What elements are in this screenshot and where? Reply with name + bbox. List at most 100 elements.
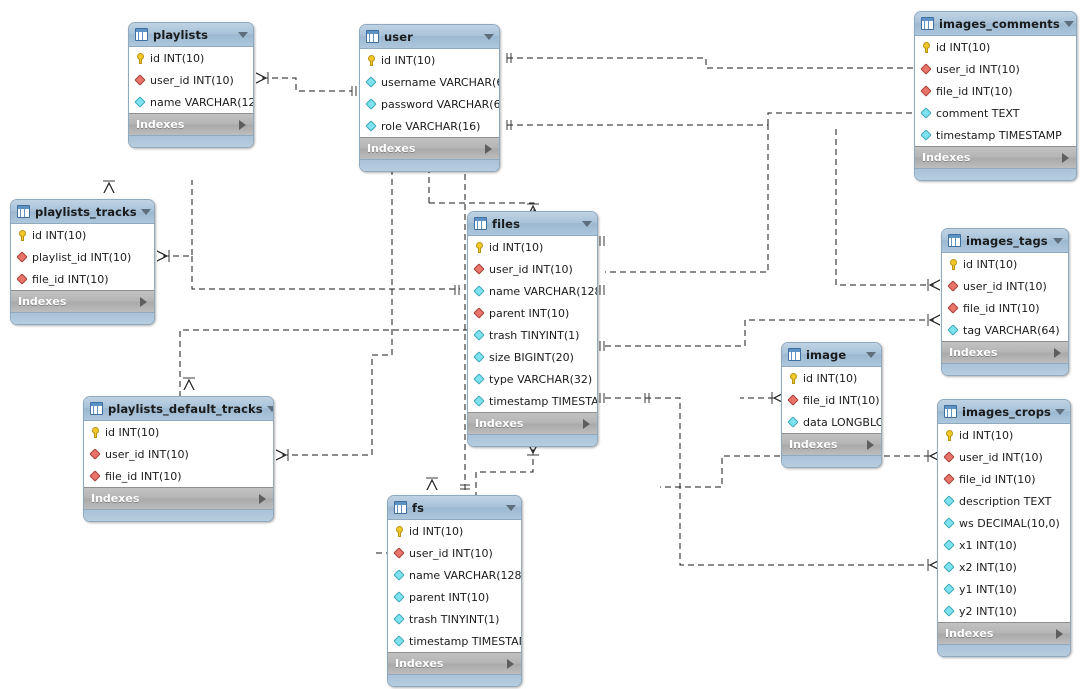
chevron-down-icon[interactable] (484, 33, 494, 40)
column-row[interactable]: id INT(10) (782, 367, 881, 389)
table-images_comments[interactable]: images_comments id INT(10) user_id INT(10)… (914, 11, 1077, 181)
table-header-user[interactable]: user (360, 25, 499, 49)
column-row[interactable]: password VARCHAR(64) (360, 93, 499, 115)
column-row[interactable]: x1 INT(10) (938, 534, 1070, 556)
triangle-right-icon[interactable] (583, 418, 590, 429)
chevron-down-icon[interactable] (506, 504, 516, 511)
triangle-right-icon[interactable] (867, 439, 874, 450)
chevron-down-icon[interactable] (1063, 20, 1074, 27)
table-header-playlists_default_tracks[interactable]: playlists_default_tracks (84, 397, 273, 421)
column-row[interactable]: parent INT(10) (388, 586, 521, 608)
column-row[interactable]: user_id INT(10) (915, 58, 1076, 80)
column-row[interactable]: description TEXT (938, 490, 1070, 512)
table-images_tags[interactable]: images_tags id INT(10) user_id INT(10) file… (941, 228, 1069, 376)
table-files[interactable]: files id INT(10) user_id INT(10) name VARCH… (467, 211, 598, 447)
column-row[interactable]: name VARCHAR(128) (129, 91, 253, 113)
indexes-section-image[interactable]: Indexes (782, 433, 881, 455)
table-playlists_default_tracks[interactable]: playlists_default_tracks id INT(10) user_i… (83, 396, 274, 522)
table-header-fs[interactable]: fs (388, 496, 521, 520)
column-row[interactable]: user_id INT(10) (84, 443, 273, 465)
column-row[interactable]: user_id INT(10) (938, 446, 1070, 468)
table-user[interactable]: user id INT(10) username VARCHAR(64) passwo… (359, 24, 500, 172)
column-row[interactable]: name VARCHAR(128) (388, 564, 521, 586)
column-row[interactable]: file_id INT(10) (942, 297, 1068, 319)
table-image[interactable]: image id INT(10) file_id INT(10) data LONGB… (781, 342, 882, 468)
triangle-right-icon[interactable] (259, 493, 266, 504)
column-row[interactable]: user_id INT(10) (942, 275, 1068, 297)
indexes-section-fs[interactable]: Indexes (388, 652, 521, 674)
table-header-playlists_tracks[interactable]: playlists_tracks (11, 200, 154, 224)
column-row[interactable]: y2 INT(10) (938, 600, 1070, 622)
column-row[interactable]: file_id INT(10) (782, 389, 881, 411)
table-playlists[interactable]: playlists id INT(10) user_id INT(10) name V… (128, 22, 254, 148)
column-row[interactable]: playlist_id INT(10) (11, 246, 154, 268)
chevron-down-icon[interactable] (238, 31, 248, 38)
column-row[interactable]: file_id INT(10) (915, 80, 1076, 102)
column-row[interactable]: id INT(10) (84, 421, 273, 443)
table-header-images_crops[interactable]: images_crops (938, 400, 1070, 424)
column-row[interactable]: timestamp TIMESTAMP (915, 124, 1076, 146)
indexes-section-images_crops[interactable]: Indexes (938, 622, 1070, 644)
column-row[interactable]: file_id INT(10) (84, 465, 273, 487)
column-row[interactable]: ws DECIMAL(10,0) (938, 512, 1070, 534)
triangle-right-icon[interactable] (485, 143, 492, 154)
column-row[interactable]: id INT(10) (129, 47, 253, 69)
column-row[interactable]: file_id INT(10) (938, 468, 1070, 490)
column-row[interactable]: type VARCHAR(32) (468, 368, 597, 390)
indexes-section-images_comments[interactable]: Indexes (915, 146, 1076, 168)
indexes-section-files[interactable]: Indexes (468, 412, 597, 434)
column-row[interactable]: user_id INT(10) (468, 258, 597, 280)
column-row[interactable]: file_id INT(10) (11, 268, 154, 290)
triangle-right-icon[interactable] (1056, 628, 1063, 639)
table-fs[interactable]: fs id INT(10) user_id INT(10) name VARCHAR(… (387, 495, 522, 687)
column-row[interactable]: comment TEXT (915, 102, 1076, 124)
table-playlists_tracks[interactable]: playlists_tracks id INT(10) playlist_id IN… (10, 199, 155, 325)
triangle-right-icon[interactable] (507, 658, 514, 669)
eer-diagram-canvas[interactable]: playlists id INT(10) user_id INT(10) name V… (0, 0, 1087, 689)
column-row[interactable]: id INT(10) (942, 253, 1068, 275)
indexes-section-user[interactable]: Indexes (360, 137, 499, 159)
column-row[interactable]: trash TINYINT(1) (468, 324, 597, 346)
column-row[interactable]: role VARCHAR(16) (360, 115, 499, 137)
column-row[interactable]: user_id INT(10) (129, 69, 253, 91)
table-header-image[interactable]: image (782, 343, 881, 367)
column-row[interactable]: id INT(10) (360, 49, 499, 71)
triangle-right-icon[interactable] (239, 119, 246, 130)
chevron-down-icon[interactable] (1055, 408, 1065, 415)
column-row[interactable]: x2 INT(10) (938, 556, 1070, 578)
indexes-section-playlists_tracks[interactable]: Indexes (11, 290, 154, 312)
triangle-right-icon[interactable] (140, 296, 147, 307)
chevron-down-icon[interactable] (266, 405, 273, 412)
chevron-down-icon[interactable] (582, 220, 592, 227)
column-row[interactable]: timestamp TIMESTAMP (468, 390, 597, 412)
column-row[interactable]: id INT(10) (915, 36, 1076, 58)
column-row[interactable]: tag VARCHAR(64) (942, 319, 1068, 341)
indexes-section-images_tags[interactable]: Indexes (942, 341, 1068, 363)
column-row[interactable]: username VARCHAR(64) (360, 71, 499, 93)
column-row[interactable]: id INT(10) (468, 236, 597, 258)
column-row[interactable]: user_id INT(10) (388, 542, 521, 564)
triangle-right-icon[interactable] (1054, 347, 1061, 358)
indexes-section-playlists_default_tracks[interactable]: Indexes (84, 487, 273, 509)
column-label: role VARCHAR(16) (381, 119, 481, 133)
table-header-playlists[interactable]: playlists (129, 23, 253, 47)
column-row[interactable]: parent INT(10) (468, 302, 597, 324)
column-row[interactable]: id INT(10) (938, 424, 1070, 446)
column-row[interactable]: timestamp TIMESTAMP (388, 630, 521, 652)
column-row[interactable]: name VARCHAR(128) (468, 280, 597, 302)
column-row[interactable]: trash TINYINT(1) (388, 608, 521, 630)
triangle-right-icon[interactable] (1062, 152, 1069, 163)
table-header-files[interactable]: files (468, 212, 597, 236)
table-header-images_tags[interactable]: images_tags (942, 229, 1068, 253)
chevron-down-icon[interactable] (1053, 237, 1063, 244)
indexes-section-playlists[interactable]: Indexes (129, 113, 253, 135)
column-row[interactable]: id INT(10) (388, 520, 521, 542)
column-row[interactable]: id INT(10) (11, 224, 154, 246)
chevron-down-icon[interactable] (866, 351, 876, 358)
column-row[interactable]: data LONGBLOB (782, 411, 881, 433)
table-images_crops[interactable]: images_crops id INT(10) user_id INT(10) fil… (937, 399, 1071, 657)
column-row[interactable]: y1 INT(10) (938, 578, 1070, 600)
chevron-down-icon[interactable] (140, 208, 151, 215)
column-row[interactable]: size BIGINT(20) (468, 346, 597, 368)
table-header-images_comments[interactable]: images_comments (915, 12, 1076, 36)
